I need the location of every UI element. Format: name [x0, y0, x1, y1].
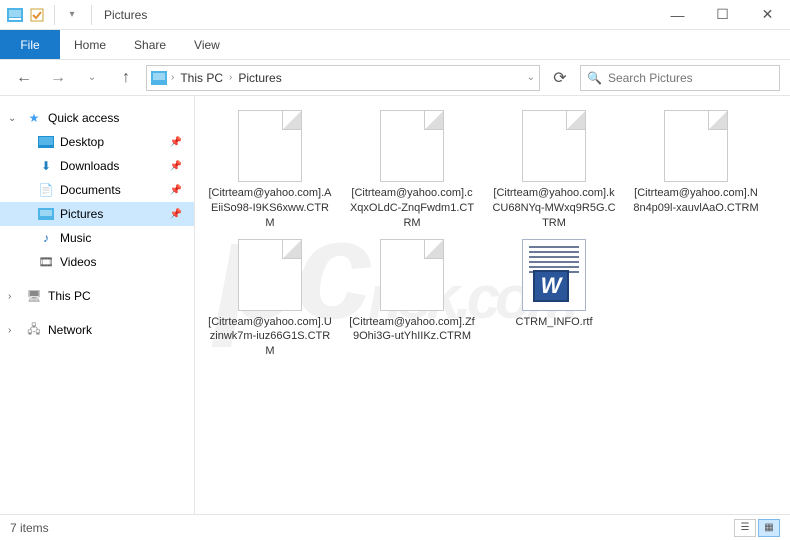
- titlebar: ▾ Pictures — ☐ ✕: [0, 0, 790, 30]
- sidebar-item-videos[interactable]: 🎞 Videos: [0, 250, 194, 274]
- blank-file-icon: [238, 110, 302, 182]
- recent-dropdown[interactable]: ⌄: [78, 64, 106, 92]
- tab-share[interactable]: Share: [120, 30, 180, 59]
- sidebar-label: Downloads: [60, 159, 119, 173]
- caret-right-icon[interactable]: ›: [8, 325, 20, 336]
- refresh-button[interactable]: ⟳: [546, 65, 574, 91]
- caret-down-icon[interactable]: ⌄: [8, 113, 20, 124]
- downloads-icon: ⬇: [38, 158, 54, 174]
- minimize-button[interactable]: —: [655, 0, 700, 30]
- crumb-pictures[interactable]: Pictures: [236, 71, 283, 85]
- documents-icon: 📄: [38, 182, 54, 198]
- file-list[interactable]: [Citrteam@yahoo.com].AEiiSo98-I9KS6xww.C…: [195, 96, 790, 514]
- status-bar: 7 items ☰ ▦: [0, 514, 790, 540]
- qat-properties-icon[interactable]: [28, 6, 46, 24]
- details-view-button[interactable]: ☰: [734, 519, 756, 537]
- pin-icon: 📌: [170, 185, 182, 196]
- file-name: [Citrteam@yahoo.com].Zf9Ohi3G-utYhIIKz.C…: [347, 315, 477, 345]
- tab-view[interactable]: View: [180, 30, 234, 59]
- pin-icon: 📌: [170, 137, 182, 148]
- sidebar-item-pictures[interactable]: Pictures 📌: [0, 202, 194, 226]
- videos-icon: 🎞: [38, 254, 54, 270]
- pictures-icon: [38, 206, 54, 222]
- pin-icon: 📌: [170, 161, 182, 172]
- file-name: [Citrteam@yahoo.com].N8n4p09l-xauvlAaO.C…: [631, 186, 761, 216]
- blank-file-icon: [380, 110, 444, 182]
- caret-right-icon[interactable]: ›: [8, 291, 20, 302]
- file-item[interactable]: [Citrteam@yahoo.com].AEiiSo98-I9KS6xww.C…: [205, 110, 335, 231]
- sidebar-item-quick-access[interactable]: ⌄ ★ Quick access: [0, 106, 194, 130]
- qat-dropdown-icon[interactable]: ▾: [63, 6, 81, 24]
- file-item[interactable]: [Citrteam@yahoo.com].Zf9Ohi3G-utYhIIKz.C…: [347, 239, 477, 360]
- close-button[interactable]: ✕: [745, 0, 790, 30]
- sidebar-item-this-pc[interactable]: › 🖥 This PC: [0, 284, 194, 308]
- ribbon: File Home Share View: [0, 30, 790, 60]
- icons-view-button[interactable]: ▦: [758, 519, 780, 537]
- forward-button[interactable]: →: [44, 64, 72, 92]
- sidebar-item-desktop[interactable]: Desktop 📌: [0, 130, 194, 154]
- breadcrumb-dropdown-icon[interactable]: ⌄: [527, 72, 535, 83]
- maximize-button[interactable]: ☐: [700, 0, 745, 30]
- star-icon: ★: [26, 110, 42, 126]
- file-name: [Citrteam@yahoo.com].cXqxOLdC-ZnqFwdm1.C…: [347, 186, 477, 231]
- sidebar-item-downloads[interactable]: ⬇ Downloads 📌: [0, 154, 194, 178]
- desktop-icon: [38, 134, 54, 150]
- sidebar-item-documents[interactable]: 📄 Documents 📌: [0, 178, 194, 202]
- sidebar-item-music[interactable]: ♪ Music: [0, 226, 194, 250]
- sidebar-label: Pictures: [60, 207, 103, 221]
- file-item[interactable]: [Citrteam@yahoo.com].N8n4p09l-xauvlAaO.C…: [631, 110, 761, 231]
- navigation-pane: ⌄ ★ Quick access Desktop 📌 ⬇ Downloads 📌…: [0, 96, 195, 514]
- search-icon: 🔍: [587, 71, 602, 85]
- file-item[interactable]: [Citrteam@yahoo.com].cXqxOLdC-ZnqFwdm1.C…: [347, 110, 477, 231]
- sidebar-label: Documents: [60, 183, 121, 197]
- up-button[interactable]: ↑: [112, 64, 140, 92]
- chevron-icon[interactable]: ›: [229, 72, 232, 83]
- file-item[interactable]: [Citrteam@yahoo.com].Uzinwk7m-iuz66G1S.C…: [205, 239, 335, 360]
- pin-icon: 📌: [170, 209, 182, 220]
- file-name: CTRM_INFO.rtf: [514, 315, 595, 330]
- main-area: ⌄ ★ Quick access Desktop 📌 ⬇ Downloads 📌…: [0, 96, 790, 514]
- file-item[interactable]: [Citrteam@yahoo.com].kCU68NYq-MWxq9R5G.C…: [489, 110, 619, 231]
- pictures-location-icon: [151, 70, 167, 86]
- blank-file-icon: [664, 110, 728, 182]
- blank-file-icon: [380, 239, 444, 311]
- file-item[interactable]: W CTRM_INFO.rtf: [489, 239, 619, 360]
- search-input[interactable]: [608, 71, 773, 85]
- sidebar-item-network[interactable]: › 🖧 Network: [0, 318, 194, 342]
- window-title: Pictures: [96, 8, 147, 22]
- sidebar-label: This PC: [48, 289, 91, 303]
- file-tab[interactable]: File: [0, 30, 60, 59]
- address-bar: ← → ⌄ ↑ › This PC › Pictures ⌄ ⟳ 🔍: [0, 60, 790, 96]
- file-name: [Citrteam@yahoo.com].AEiiSo98-I9KS6xww.C…: [205, 186, 335, 231]
- this-pc-icon: 🖥: [26, 288, 42, 304]
- search-box[interactable]: 🔍: [580, 65, 780, 91]
- sidebar-label: Desktop: [60, 135, 104, 149]
- tab-home[interactable]: Home: [60, 30, 120, 59]
- file-name: [Citrteam@yahoo.com].Uzinwk7m-iuz66G1S.C…: [205, 315, 335, 360]
- quick-access-toolbar: ▾: [0, 5, 87, 25]
- music-icon: ♪: [38, 230, 54, 246]
- network-icon: 🖧: [26, 322, 42, 338]
- back-button[interactable]: ←: [10, 64, 38, 92]
- app-icon[interactable]: [6, 6, 24, 24]
- file-name: [Citrteam@yahoo.com].kCU68NYq-MWxq9R5G.C…: [489, 186, 619, 231]
- rtf-file-icon: W: [522, 239, 586, 311]
- sidebar-label: Music: [60, 231, 91, 245]
- sidebar-label: Network: [48, 323, 92, 337]
- item-count: 7 items: [10, 521, 49, 535]
- title-separator: [91, 5, 92, 25]
- chevron-icon[interactable]: ›: [171, 72, 174, 83]
- sidebar-label: Quick access: [48, 111, 119, 125]
- sidebar-label: Videos: [60, 255, 96, 269]
- qat-separator: [54, 5, 55, 25]
- breadcrumb[interactable]: › This PC › Pictures ⌄: [146, 65, 540, 91]
- blank-file-icon: [238, 239, 302, 311]
- blank-file-icon: [522, 110, 586, 182]
- crumb-this-pc[interactable]: This PC: [178, 71, 225, 85]
